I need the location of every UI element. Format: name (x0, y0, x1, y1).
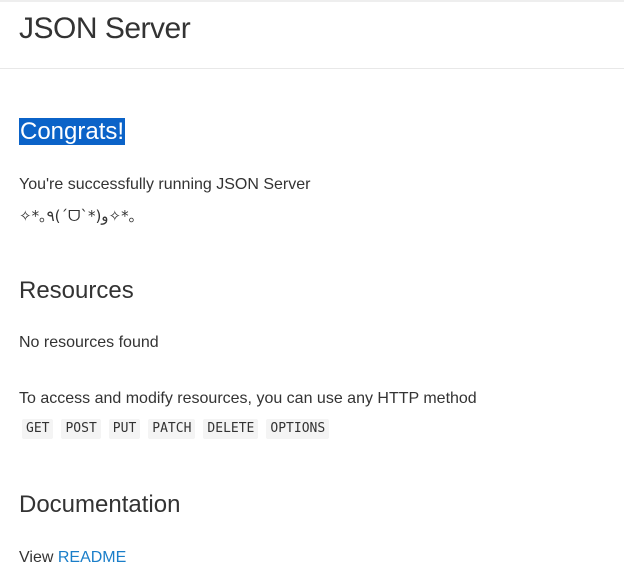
method-post: POST (61, 419, 101, 439)
congrats-heading: Congrats! (19, 116, 126, 148)
method-delete: DELETE (203, 419, 259, 439)
resources-heading: Resources (19, 277, 134, 304)
method-put: PUT (108, 419, 141, 439)
no-resources-message: No resources found (19, 334, 159, 351)
method-get: GET (22, 419, 54, 439)
http-methods-info: To access and modify resources, you can … (19, 390, 477, 407)
method-options: OPTIONS (266, 419, 330, 439)
method-patch: PATCH (148, 419, 196, 439)
documentation-heading: Documentation (19, 491, 181, 518)
selected-text: Congrats! (19, 118, 126, 145)
view-label: View (19, 549, 54, 566)
success-message: You're successfully running JSON Server (19, 176, 311, 193)
readme-link[interactable]: README (58, 549, 126, 566)
brand-title: JSON Server (19, 12, 191, 45)
view-readme-line: View README (19, 547, 126, 569)
http-methods-list: GET POST PUT PATCH DELETE OPTIONS (22, 419, 330, 439)
kaomoji: ✧*｡٩(ˊᗜˋ*)و✧*｡ (19, 207, 137, 225)
page-header: JSON Server (0, 2, 624, 69)
